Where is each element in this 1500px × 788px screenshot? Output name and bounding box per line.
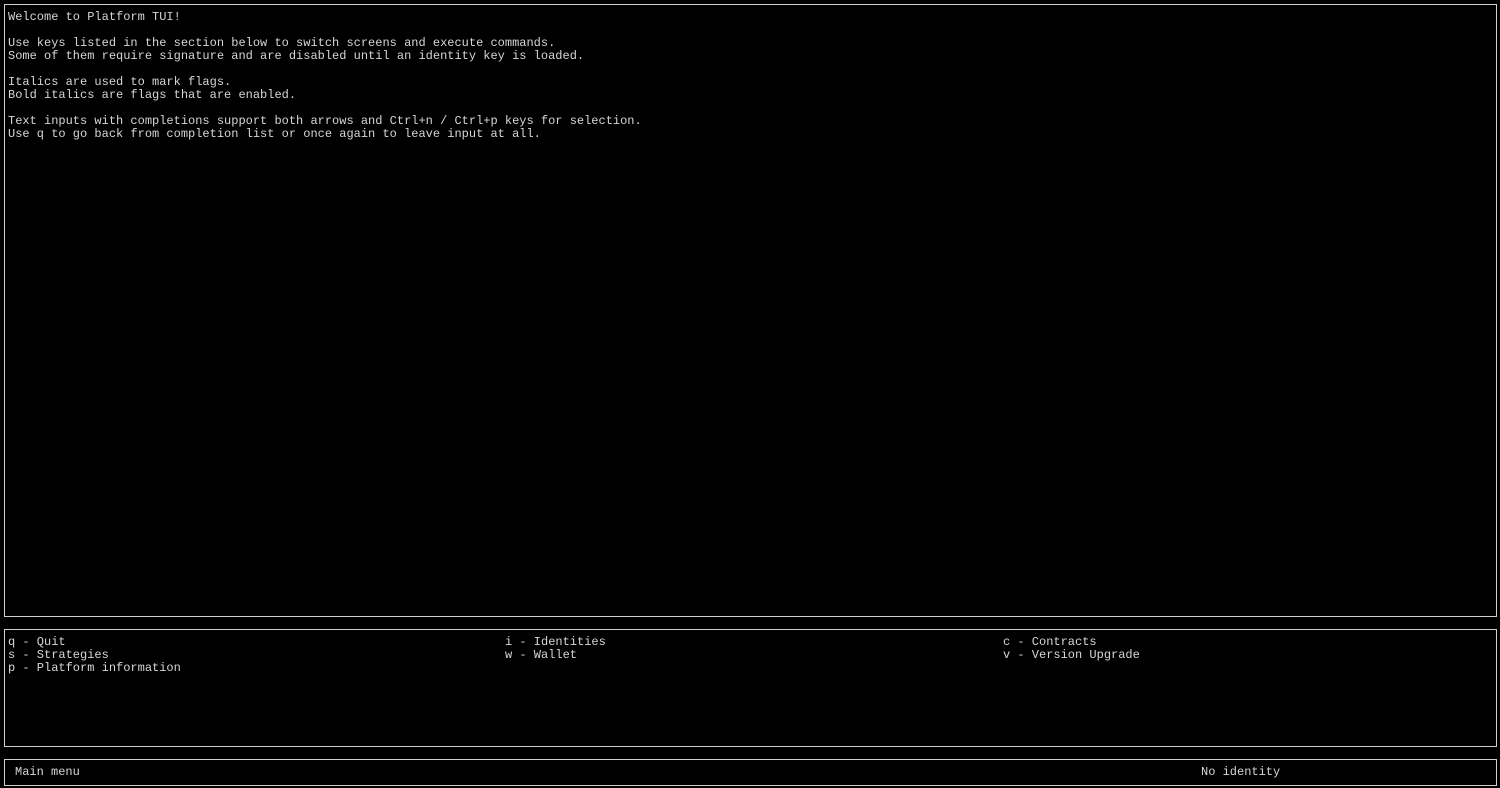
key-platform-information[interactable]: p - Platform information <box>8 662 181 675</box>
key-bindings-column-2: i - Identities w - Wallet <box>505 636 606 662</box>
welcome-line-back: Use q to go back from completion list or… <box>8 127 541 141</box>
current-screen-label: Main menu <box>15 765 80 779</box>
key-bindings-panel: q - Quit s - Strategies p - Platform inf… <box>4 629 1497 747</box>
key-version-upgrade[interactable]: v - Version Upgrade <box>1003 649 1140 662</box>
welcome-line-bold-italics: Bold italics are flags that are enabled. <box>8 88 297 102</box>
welcome-title: Welcome to Platform TUI! <box>8 10 181 24</box>
welcome-line-signature: Some of them require signature and are d… <box>8 49 585 63</box>
key-wallet[interactable]: w - Wallet <box>505 649 606 662</box>
identity-status: No identity <box>1201 765 1281 779</box>
key-bindings-column-3: c - Contracts v - Version Upgrade <box>1003 636 1140 662</box>
main-content-panel: Welcome to Platform TUI! Use keys listed… <box>4 4 1497 617</box>
status-bar: Main menu No identity <box>4 759 1497 786</box>
key-bindings-column-1: q - Quit s - Strategies p - Platform inf… <box>8 636 181 675</box>
